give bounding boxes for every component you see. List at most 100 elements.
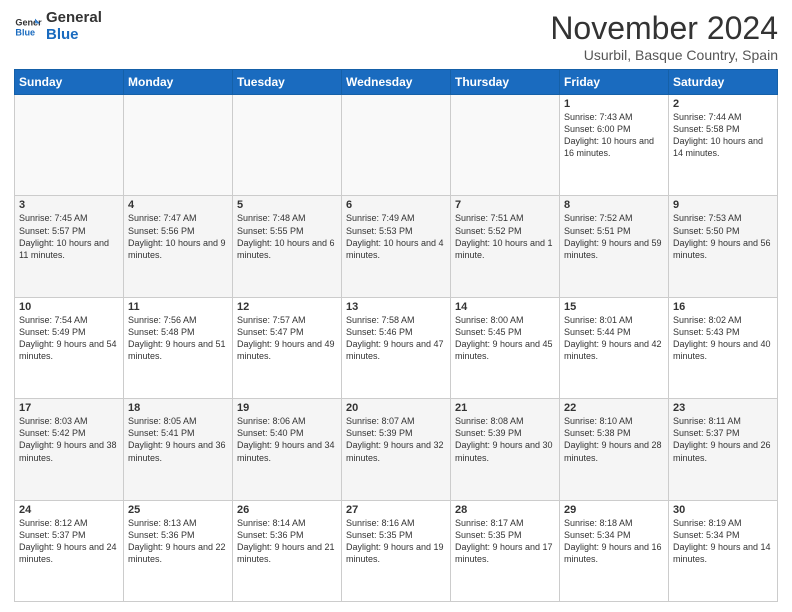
day-info: Sunrise: 7:52 AM Sunset: 5:51 PM Dayligh…	[564, 212, 664, 261]
calendar-cell: 30Sunrise: 8:19 AM Sunset: 5:34 PM Dayli…	[669, 500, 778, 601]
col-header-saturday: Saturday	[669, 70, 778, 95]
col-header-friday: Friday	[560, 70, 669, 95]
calendar-cell: 2Sunrise: 7:44 AM Sunset: 5:58 PM Daylig…	[669, 95, 778, 196]
day-info: Sunrise: 8:10 AM Sunset: 5:38 PM Dayligh…	[564, 415, 664, 464]
calendar-header-row: SundayMondayTuesdayWednesdayThursdayFrid…	[15, 70, 778, 95]
day-info: Sunrise: 7:53 AM Sunset: 5:50 PM Dayligh…	[673, 212, 773, 261]
day-number: 1	[564, 98, 664, 110]
day-info: Sunrise: 8:13 AM Sunset: 5:36 PM Dayligh…	[128, 517, 228, 566]
calendar-cell: 29Sunrise: 8:18 AM Sunset: 5:34 PM Dayli…	[560, 500, 669, 601]
day-number: 12	[237, 301, 337, 313]
calendar-cell: 16Sunrise: 8:02 AM Sunset: 5:43 PM Dayli…	[669, 297, 778, 398]
calendar-cell: 5Sunrise: 7:48 AM Sunset: 5:55 PM Daylig…	[233, 196, 342, 297]
day-info: Sunrise: 7:49 AM Sunset: 5:53 PM Dayligh…	[346, 212, 446, 261]
day-info: Sunrise: 7:51 AM Sunset: 5:52 PM Dayligh…	[455, 212, 555, 261]
calendar-cell: 25Sunrise: 8:13 AM Sunset: 5:36 PM Dayli…	[124, 500, 233, 601]
col-header-wednesday: Wednesday	[342, 70, 451, 95]
day-number: 3	[19, 199, 119, 211]
day-info: Sunrise: 7:58 AM Sunset: 5:46 PM Dayligh…	[346, 314, 446, 363]
day-number: 4	[128, 199, 228, 211]
calendar-cell: 26Sunrise: 8:14 AM Sunset: 5:36 PM Dayli…	[233, 500, 342, 601]
calendar-cell: 11Sunrise: 7:56 AM Sunset: 5:48 PM Dayli…	[124, 297, 233, 398]
logo-icon: General Blue	[14, 13, 42, 41]
day-info: Sunrise: 7:47 AM Sunset: 5:56 PM Dayligh…	[128, 212, 228, 261]
day-number: 28	[455, 504, 555, 516]
calendar-cell: 13Sunrise: 7:58 AM Sunset: 5:46 PM Dayli…	[342, 297, 451, 398]
svg-text:Blue: Blue	[15, 27, 35, 37]
day-number: 17	[19, 402, 119, 414]
calendar-cell: 9Sunrise: 7:53 AM Sunset: 5:50 PM Daylig…	[669, 196, 778, 297]
day-number: 14	[455, 301, 555, 313]
location: Usurbil, Basque Country, Spain	[550, 47, 778, 63]
calendar-cell: 12Sunrise: 7:57 AM Sunset: 5:47 PM Dayli…	[233, 297, 342, 398]
month-title: November 2024	[550, 10, 778, 47]
day-info: Sunrise: 8:03 AM Sunset: 5:42 PM Dayligh…	[19, 415, 119, 464]
calendar-cell: 23Sunrise: 8:11 AM Sunset: 5:37 PM Dayli…	[669, 399, 778, 500]
calendar-cell: 14Sunrise: 8:00 AM Sunset: 5:45 PM Dayli…	[451, 297, 560, 398]
calendar-cell: 15Sunrise: 8:01 AM Sunset: 5:44 PM Dayli…	[560, 297, 669, 398]
day-info: Sunrise: 8:05 AM Sunset: 5:41 PM Dayligh…	[128, 415, 228, 464]
day-number: 24	[19, 504, 119, 516]
col-header-sunday: Sunday	[15, 70, 124, 95]
day-info: Sunrise: 8:19 AM Sunset: 5:34 PM Dayligh…	[673, 517, 773, 566]
logo: General Blue General Blue	[14, 10, 102, 43]
day-number: 9	[673, 199, 773, 211]
logo-text: General Blue	[46, 10, 102, 43]
day-number: 6	[346, 199, 446, 211]
day-info: Sunrise: 7:45 AM Sunset: 5:57 PM Dayligh…	[19, 212, 119, 261]
day-info: Sunrise: 7:54 AM Sunset: 5:49 PM Dayligh…	[19, 314, 119, 363]
day-info: Sunrise: 8:00 AM Sunset: 5:45 PM Dayligh…	[455, 314, 555, 363]
day-number: 16	[673, 301, 773, 313]
calendar-cell	[124, 95, 233, 196]
calendar-cell	[233, 95, 342, 196]
day-info: Sunrise: 8:02 AM Sunset: 5:43 PM Dayligh…	[673, 314, 773, 363]
calendar-cell: 6Sunrise: 7:49 AM Sunset: 5:53 PM Daylig…	[342, 196, 451, 297]
week-row-4: 17Sunrise: 8:03 AM Sunset: 5:42 PM Dayli…	[15, 399, 778, 500]
day-number: 21	[455, 402, 555, 414]
day-number: 13	[346, 301, 446, 313]
day-number: 15	[564, 301, 664, 313]
calendar-cell: 1Sunrise: 7:43 AM Sunset: 6:00 PM Daylig…	[560, 95, 669, 196]
day-number: 29	[564, 504, 664, 516]
day-info: Sunrise: 7:57 AM Sunset: 5:47 PM Dayligh…	[237, 314, 337, 363]
day-info: Sunrise: 8:17 AM Sunset: 5:35 PM Dayligh…	[455, 517, 555, 566]
day-info: Sunrise: 7:43 AM Sunset: 6:00 PM Dayligh…	[564, 111, 664, 160]
calendar-cell: 4Sunrise: 7:47 AM Sunset: 5:56 PM Daylig…	[124, 196, 233, 297]
calendar-cell	[342, 95, 451, 196]
day-info: Sunrise: 8:11 AM Sunset: 5:37 PM Dayligh…	[673, 415, 773, 464]
day-info: Sunrise: 8:06 AM Sunset: 5:40 PM Dayligh…	[237, 415, 337, 464]
day-info: Sunrise: 8:08 AM Sunset: 5:39 PM Dayligh…	[455, 415, 555, 464]
day-number: 27	[346, 504, 446, 516]
header: General Blue General Blue November 2024 …	[14, 10, 778, 63]
calendar-cell: 3Sunrise: 7:45 AM Sunset: 5:57 PM Daylig…	[15, 196, 124, 297]
day-number: 18	[128, 402, 228, 414]
day-info: Sunrise: 7:56 AM Sunset: 5:48 PM Dayligh…	[128, 314, 228, 363]
week-row-1: 1Sunrise: 7:43 AM Sunset: 6:00 PM Daylig…	[15, 95, 778, 196]
calendar-cell: 24Sunrise: 8:12 AM Sunset: 5:37 PM Dayli…	[15, 500, 124, 601]
day-number: 20	[346, 402, 446, 414]
title-block: November 2024 Usurbil, Basque Country, S…	[550, 10, 778, 63]
calendar-table: SundayMondayTuesdayWednesdayThursdayFrid…	[14, 69, 778, 602]
day-info: Sunrise: 8:12 AM Sunset: 5:37 PM Dayligh…	[19, 517, 119, 566]
col-header-tuesday: Tuesday	[233, 70, 342, 95]
day-number: 8	[564, 199, 664, 211]
day-number: 25	[128, 504, 228, 516]
day-info: Sunrise: 8:18 AM Sunset: 5:34 PM Dayligh…	[564, 517, 664, 566]
calendar-cell	[451, 95, 560, 196]
day-number: 19	[237, 402, 337, 414]
day-number: 26	[237, 504, 337, 516]
day-info: Sunrise: 7:44 AM Sunset: 5:58 PM Dayligh…	[673, 111, 773, 160]
col-header-thursday: Thursday	[451, 70, 560, 95]
week-row-3: 10Sunrise: 7:54 AM Sunset: 5:49 PM Dayli…	[15, 297, 778, 398]
calendar-cell: 28Sunrise: 8:17 AM Sunset: 5:35 PM Dayli…	[451, 500, 560, 601]
day-number: 30	[673, 504, 773, 516]
calendar-cell: 7Sunrise: 7:51 AM Sunset: 5:52 PM Daylig…	[451, 196, 560, 297]
day-number: 5	[237, 199, 337, 211]
day-number: 22	[564, 402, 664, 414]
day-info: Sunrise: 8:07 AM Sunset: 5:39 PM Dayligh…	[346, 415, 446, 464]
col-header-monday: Monday	[124, 70, 233, 95]
day-number: 7	[455, 199, 555, 211]
day-info: Sunrise: 8:16 AM Sunset: 5:35 PM Dayligh…	[346, 517, 446, 566]
day-info: Sunrise: 8:01 AM Sunset: 5:44 PM Dayligh…	[564, 314, 664, 363]
calendar-cell: 17Sunrise: 8:03 AM Sunset: 5:42 PM Dayli…	[15, 399, 124, 500]
